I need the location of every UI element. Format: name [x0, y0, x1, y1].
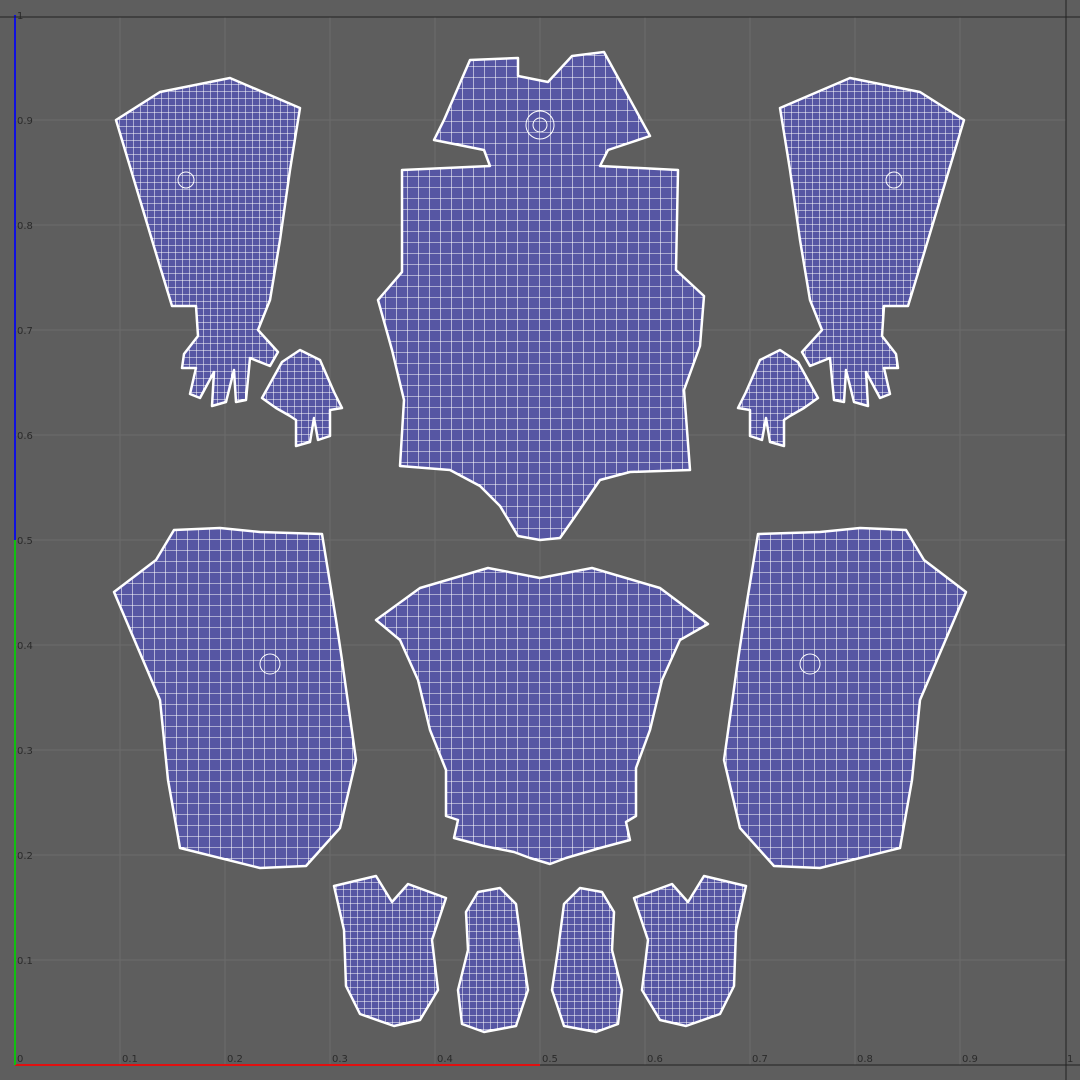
v-tick-label: 0.4 — [17, 641, 33, 652]
uv-island-right-sleeve[interactable] — [778, 76, 966, 408]
uv-island-right-leg[interactable] — [722, 526, 968, 870]
v-tick-label: 0.3 — [17, 746, 33, 757]
u-tick-label: 0.5 — [542, 1054, 558, 1065]
uv-island-foot-1[interactable] — [332, 874, 448, 1028]
v-tick-label: 0.5 — [17, 536, 33, 547]
u-tick-label: 0.1 — [122, 1054, 138, 1065]
u-tick-label: 0.7 — [752, 1054, 768, 1065]
v-tick-label: 0.2 — [17, 851, 33, 862]
u-tick-label: 0.9 — [962, 1054, 978, 1065]
uv-island-foot-4[interactable] — [632, 874, 748, 1028]
v-tick-label: 0.6 — [17, 431, 33, 442]
u-tick-label: 0.4 — [437, 1054, 453, 1065]
uv-island-foot-2[interactable] — [456, 886, 530, 1034]
uv-island-foot-3[interactable] — [550, 886, 624, 1034]
u-tick-label: 1 — [1067, 1054, 1073, 1065]
uv-canvas[interactable]: 0 0.1 0.2 0.3 0.4 0.5 0.6 0.7 0.8 0.9 1 0.10.20.30… — [0, 0, 1080, 1080]
v-tick-label: 0.8 — [17, 221, 33, 232]
u-tick-labels: 0 0.1 0.2 0.3 0.4 0.5 0.6 0.7 0.8 0.9 1 — [17, 1054, 1073, 1065]
v-tick-labels: 0.1 0.2 0.3 0.4 0.5 0.6 0.7 0.8 0.9 1 — [17, 11, 33, 967]
v-tick-label: 0.7 — [17, 326, 33, 337]
uv-island-torso-back[interactable] — [374, 566, 710, 866]
uv-island-torso-front[interactable] — [376, 50, 706, 542]
v-tick-label: 0.9 — [17, 116, 33, 127]
u-tick-label: 0.8 — [857, 1054, 873, 1065]
u-tick-label: 0 — [17, 1054, 23, 1065]
v-tick-label: 1 — [17, 11, 23, 22]
v-tick-label: 0.1 — [17, 956, 33, 967]
uv-island-left-sleeve[interactable] — [114, 76, 302, 408]
u-tick-label: 0.6 — [647, 1054, 663, 1065]
u-tick-label: 0.2 — [227, 1054, 243, 1065]
u-tick-label: 0.3 — [332, 1054, 348, 1065]
uv-editor-viewport[interactable]: 0 0.1 0.2 0.3 0.4 0.5 0.6 0.7 0.8 0.9 1 0.1 0.2 0.3 0… — [0, 0, 1080, 1080]
uv-island-left-leg[interactable] — [112, 526, 358, 870]
